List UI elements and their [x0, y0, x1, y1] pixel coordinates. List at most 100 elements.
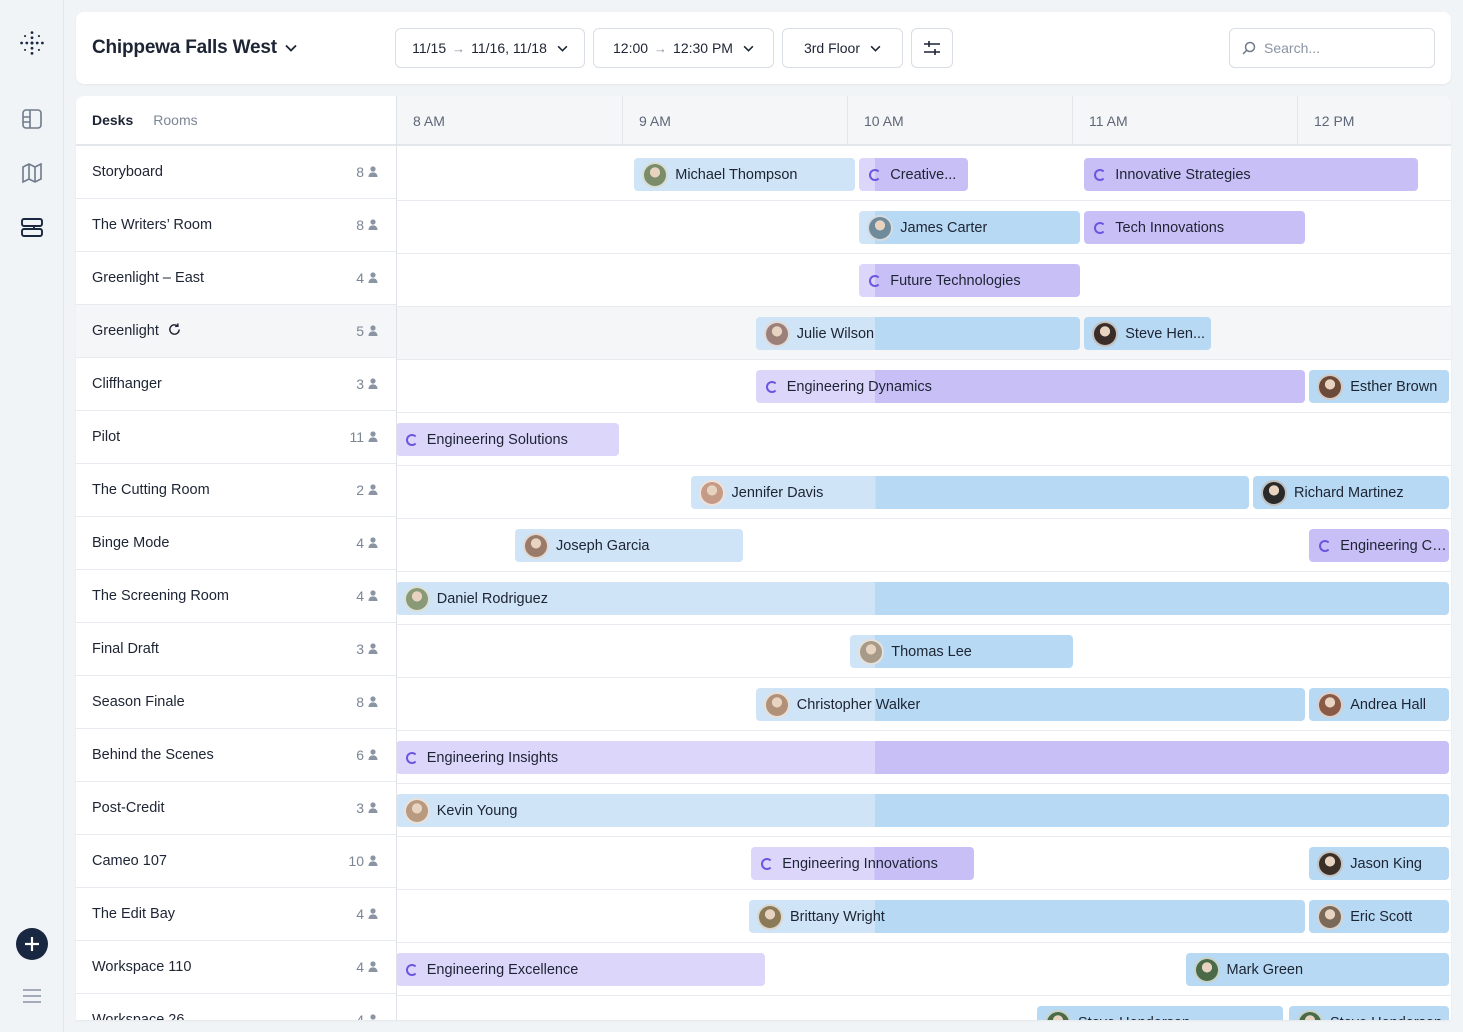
room-row[interactable]: The Edit Bay 4: [76, 888, 396, 941]
event-booking[interactable]: Tech Innovations: [1084, 211, 1305, 244]
bookings-icon[interactable]: [19, 214, 45, 240]
room-row[interactable]: Greenlight 5: [76, 305, 396, 358]
room-row[interactable]: Workspace 110 4: [76, 941, 396, 994]
person-booking[interactable]: Thomas Lee: [850, 635, 1074, 668]
capacity: 5: [356, 323, 378, 339]
person-booking[interactable]: Steve Henderson: [1289, 1006, 1449, 1020]
event-booking[interactable]: Engineering Dynamics: [755, 370, 1305, 403]
pending-icon: [1094, 168, 1107, 181]
tab-rooms[interactable]: Rooms: [153, 112, 197, 128]
capacity-count: 2: [356, 482, 364, 498]
room-row[interactable]: Storyboard 8: [76, 146, 396, 199]
person-icon: [368, 906, 378, 922]
person-icon: [368, 588, 378, 604]
location-selector[interactable]: Chippewa Falls West: [92, 37, 297, 59]
capacity-count: 4: [356, 588, 364, 604]
event-booking[interactable]: Engineering Innovations: [751, 847, 975, 880]
event-booking[interactable]: Engineering Insights: [395, 741, 1450, 774]
recurring-icon: [167, 322, 182, 341]
tab-desks[interactable]: Desks: [92, 112, 133, 128]
room-name: Greenlight – East: [92, 270, 356, 286]
menu-icon[interactable]: [19, 983, 45, 1009]
map-icon[interactable]: [19, 160, 45, 186]
capacity-count: 8: [356, 164, 364, 180]
room-row[interactable]: Cameo 107 10: [76, 835, 396, 888]
avatar: [1317, 691, 1344, 718]
person-booking[interactable]: Daniel Rodriguez: [395, 582, 1450, 615]
time-range-selector[interactable]: 12:00 → 12:30 PM: [593, 28, 774, 68]
chevron-down-icon: [557, 45, 568, 52]
room-name: Cliffhanger: [92, 376, 356, 392]
room-name-text: Behind the Scenes: [92, 747, 214, 763]
event-booking[interactable]: Engineering Solutions: [395, 423, 619, 456]
room-row[interactable]: Workspace 26 4: [76, 994, 396, 1020]
person-booking[interactable]: Brittany Wright: [749, 900, 1305, 933]
avatar: [403, 585, 430, 612]
room-row[interactable]: The Writers’ Room 8: [76, 199, 396, 252]
room-row[interactable]: Behind the Scenes 6: [76, 729, 396, 782]
event-booking[interactable]: Innovative Strategies: [1084, 158, 1418, 191]
person-booking[interactable]: Jason King: [1309, 847, 1449, 880]
room-row[interactable]: Pilot 11: [76, 411, 396, 464]
avatar: [763, 320, 790, 347]
booking-label: Julie Wilson: [796, 325, 875, 342]
booking-label: Engineering Dynamics: [786, 378, 932, 395]
pending-icon: [761, 857, 774, 870]
app-logo-icon[interactable]: [19, 30, 45, 56]
room-name-text: Workspace 110: [92, 959, 192, 975]
person-booking[interactable]: Christopher Walker: [755, 688, 1305, 721]
person-booking[interactable]: Michael Thompson: [634, 158, 855, 191]
location-name: Chippewa Falls West: [92, 37, 277, 58]
add-booking-button[interactable]: [16, 928, 48, 960]
person-booking[interactable]: Jennifer Davis: [690, 476, 1249, 509]
room-name: Workspace 26: [92, 1012, 356, 1020]
person-booking[interactable]: Mark Green: [1185, 953, 1449, 986]
room-row[interactable]: Post-Credit 3: [76, 782, 396, 835]
filter-button[interactable]: [911, 28, 953, 68]
person-booking[interactable]: Richard Martinez: [1253, 476, 1449, 509]
capacity-count: 8: [356, 694, 364, 710]
room-row[interactable]: Binge Mode 4: [76, 517, 396, 570]
room-list: Desks Rooms Storyboard 8 The Writers’ Room…: [76, 96, 397, 1020]
pending-icon: [869, 168, 882, 181]
room-row[interactable]: Cliffhanger 3: [76, 358, 396, 411]
booking-label: Christopher Walker: [796, 696, 921, 713]
search-box[interactable]: [1229, 28, 1435, 68]
event-booking[interactable]: Engineering Excellence: [395, 953, 766, 986]
person-booking[interactable]: James Carter: [859, 211, 1080, 244]
person-icon: [368, 376, 378, 392]
capacity-count: 5: [356, 323, 364, 339]
person-booking[interactable]: Joseph Garcia: [515, 529, 743, 562]
room-row[interactable]: The Screening Room 4: [76, 570, 396, 623]
booking-label: Engineering Concepts: [1340, 537, 1449, 554]
room-name-text: Storyboard: [92, 164, 163, 180]
booking-label: Daniel Rodriguez: [436, 590, 548, 607]
avatar: [763, 691, 790, 718]
room-name-text: Greenlight: [92, 323, 159, 339]
event-booking[interactable]: Engineering Concepts: [1309, 529, 1449, 562]
person-booking[interactable]: Kevin Young: [395, 794, 1450, 827]
person-booking[interactable]: Andrea Hall: [1309, 688, 1449, 721]
person-booking[interactable]: Steve Hen...: [1084, 317, 1211, 350]
person-booking[interactable]: Steve Henderson: [1037, 1006, 1283, 1020]
floorplan-icon[interactable]: [19, 106, 45, 132]
event-booking[interactable]: Future Technologies: [859, 264, 1080, 297]
person-booking[interactable]: Eric Scott: [1309, 900, 1449, 933]
room-name-text: The Screening Room: [92, 588, 230, 604]
room-row[interactable]: The Cutting Room 2: [76, 464, 396, 517]
room-row[interactable]: Season Finale 8: [76, 676, 396, 729]
room-name-text: Cameo 107: [92, 853, 167, 869]
person-booking[interactable]: Esther Brown: [1309, 370, 1449, 403]
room-name: Season Finale: [92, 694, 356, 710]
person-booking[interactable]: Julie Wilson: [755, 317, 1080, 350]
room-name: Post-Credit: [92, 800, 356, 816]
room-name: The Writers’ Room: [92, 217, 356, 233]
room-row[interactable]: Final Draft 3: [76, 623, 396, 676]
booking-label: Engineering Solutions: [426, 431, 568, 448]
date-range-selector[interactable]: 11/15 → 11/16, 11/18: [395, 28, 585, 68]
floor-selector[interactable]: 3rd Floor: [782, 28, 903, 68]
room-row[interactable]: Greenlight – East 4: [76, 252, 396, 305]
search-input[interactable]: [1264, 40, 1414, 56]
room-name: Storyboard: [92, 164, 356, 180]
event-booking[interactable]: Creative...: [859, 158, 968, 191]
